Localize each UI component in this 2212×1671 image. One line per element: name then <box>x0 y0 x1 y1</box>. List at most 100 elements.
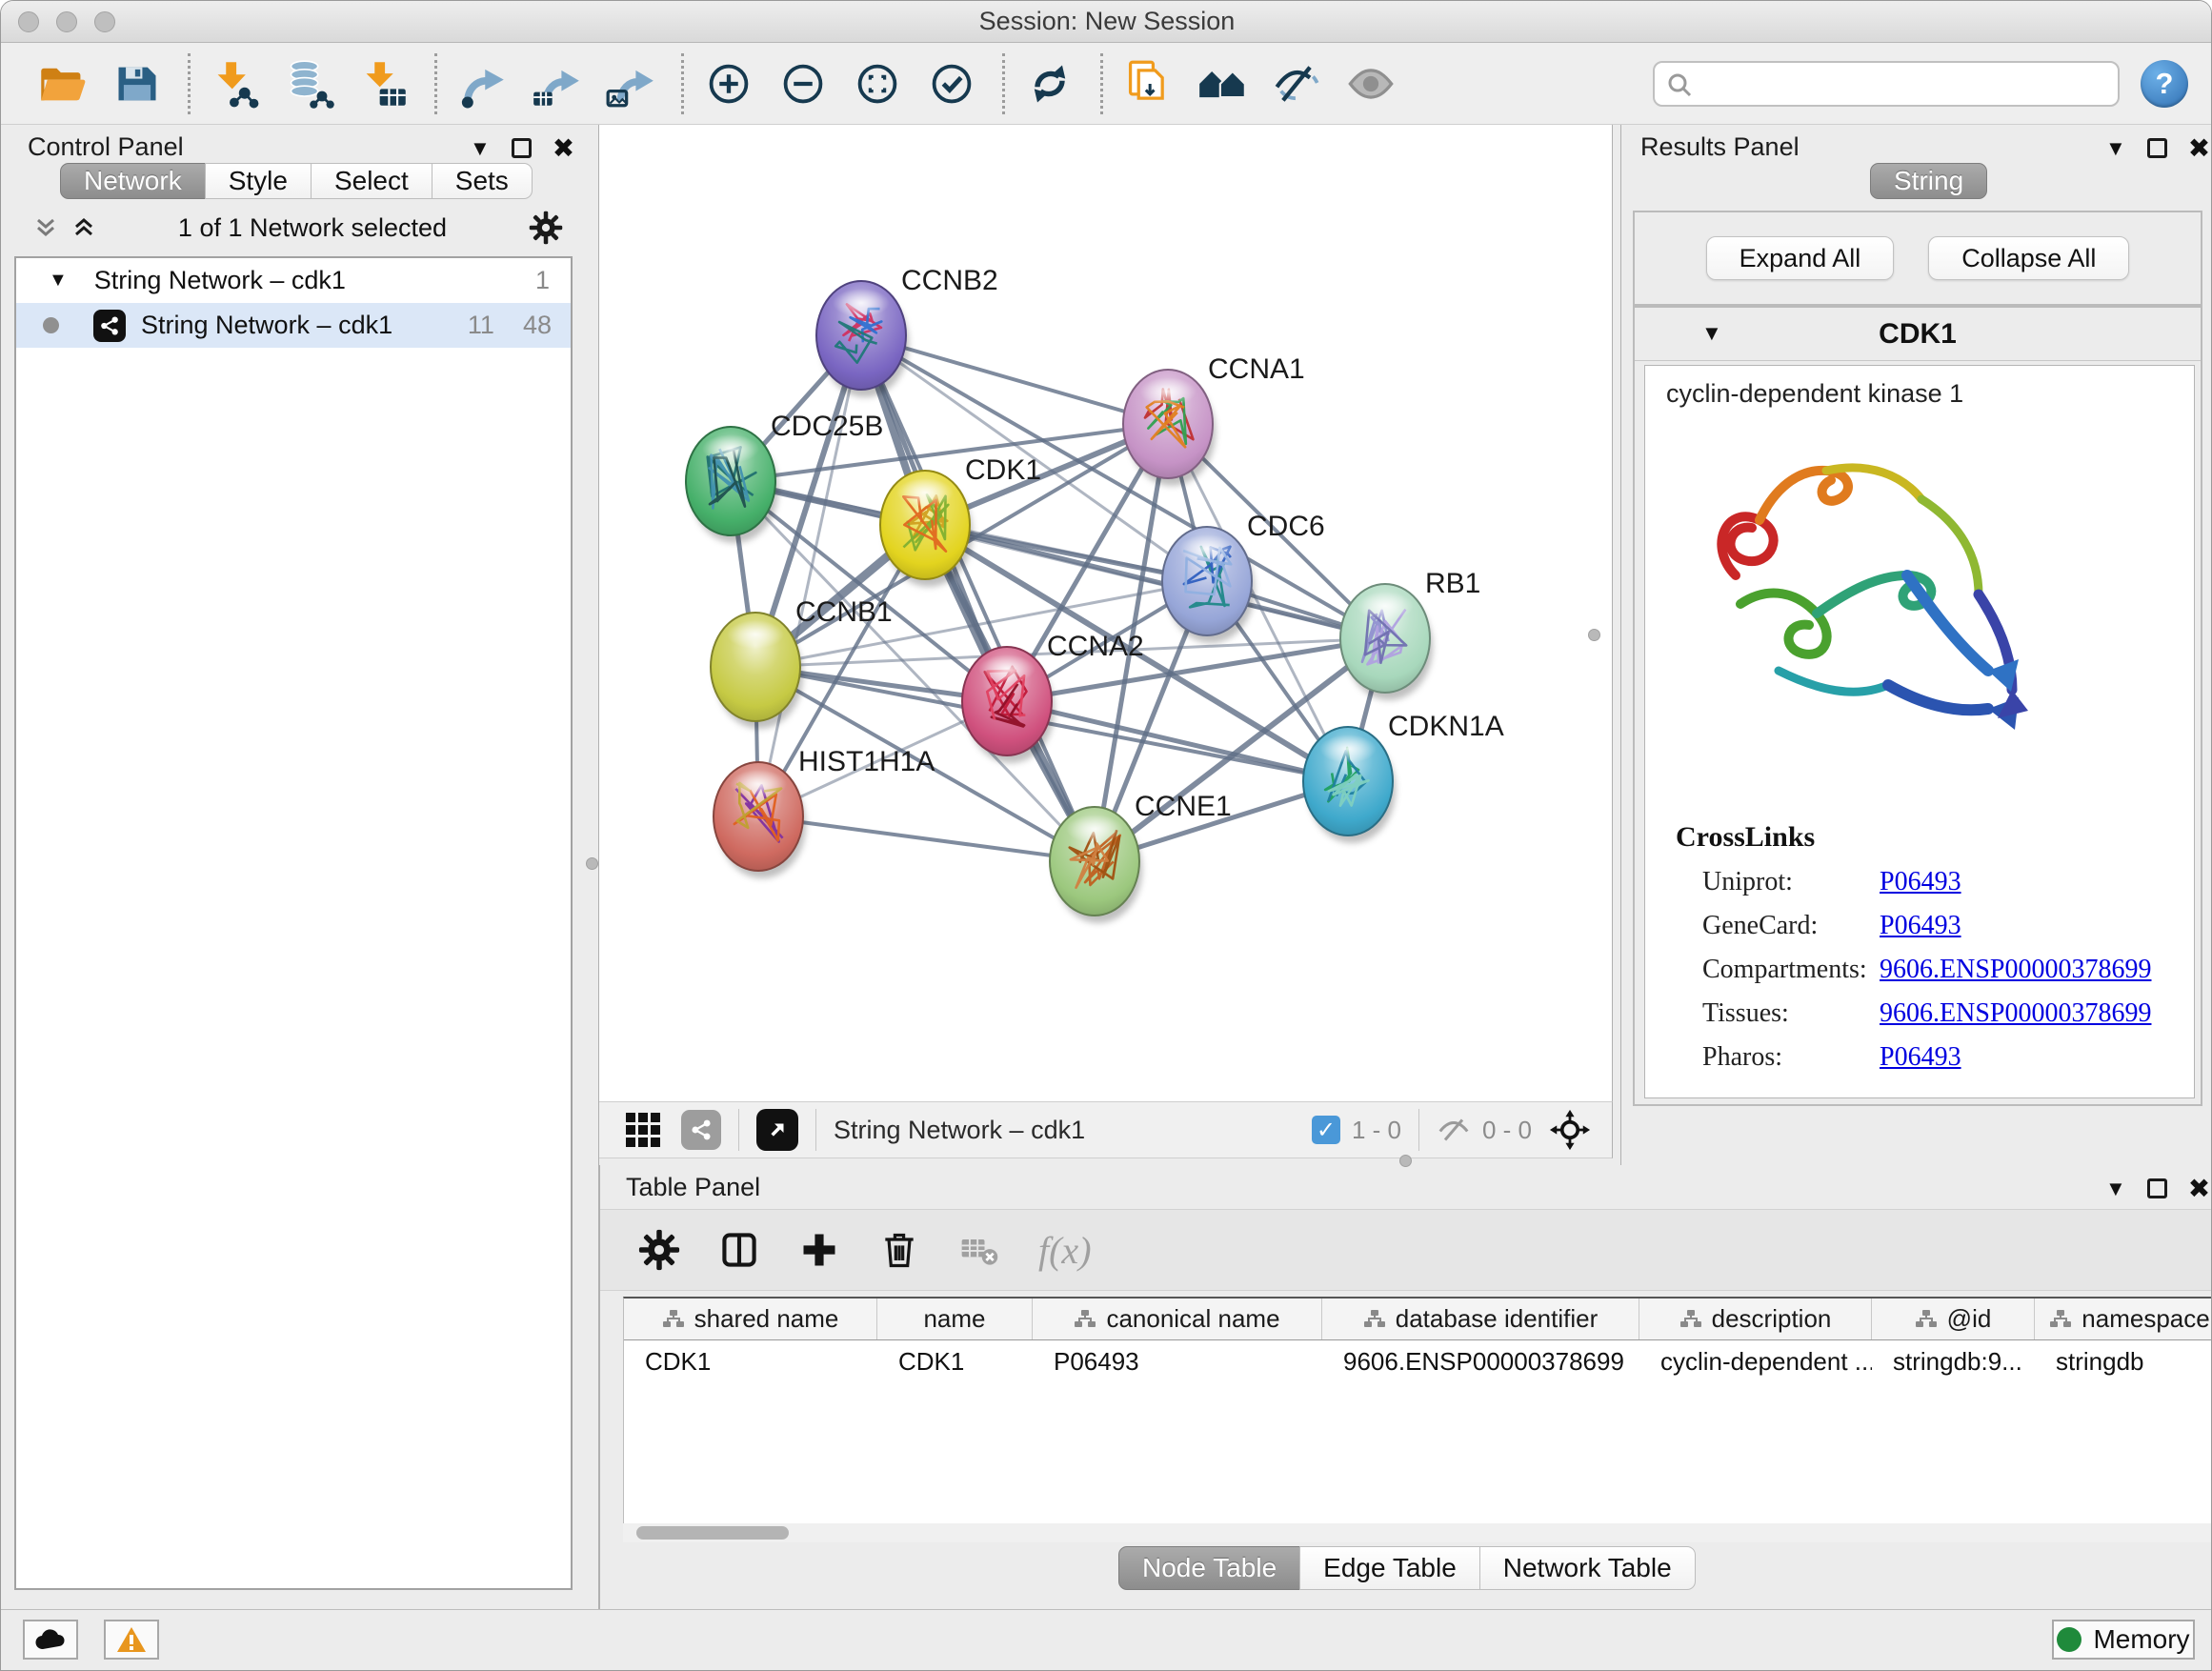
hidden-eye-slash-icon[interactable] <box>1437 1113 1471 1147</box>
export-network-button[interactable] <box>452 54 512 113</box>
zoom-selected-button[interactable] <box>922 54 981 113</box>
crosslink-link[interactable]: P06493 <box>1880 911 1961 941</box>
cell[interactable]: stringdb <box>2035 1340 2212 1382</box>
import-network-button[interactable] <box>206 54 265 113</box>
export-table-button[interactable] <box>527 54 586 113</box>
delete-table-icon[interactable] <box>958 1229 1000 1271</box>
section-collapse-icon[interactable]: ▼ <box>1701 321 1722 346</box>
import-table-button[interactable] <box>354 54 413 113</box>
network-node-CCNB2[interactable]: CCNB2 <box>816 265 998 397</box>
expand-all-button[interactable]: Expand All <box>1706 236 1895 280</box>
tab-style[interactable]: Style <box>205 163 312 199</box>
network-node-CCNE1[interactable]: CCNE1 <box>1050 791 1232 923</box>
refresh-network-button[interactable] <box>1020 54 1079 113</box>
crosslink-link[interactable]: 9606.ENSP00000378699 <box>1880 955 2151 985</box>
delete-column-icon[interactable] <box>878 1229 920 1271</box>
save-floppy-icon <box>112 59 162 109</box>
import-network-icon <box>211 59 260 109</box>
hide-panels-button[interactable] <box>1267 54 1326 113</box>
import-database-button[interactable] <box>280 54 339 113</box>
column-header-description[interactable]: description <box>1639 1299 1872 1339</box>
cell[interactable]: cyclin-dependent ... <box>1639 1340 1872 1382</box>
tab-sets[interactable]: Sets <box>432 163 533 199</box>
search-input[interactable] <box>1653 61 2120 107</box>
help-button[interactable]: ? <box>2141 60 2188 108</box>
tab-edge-table[interactable]: Edge Table <box>1299 1546 1480 1590</box>
collection-label: String Network – cdk1 <box>94 266 346 295</box>
cell[interactable]: CDK1 <box>624 1340 877 1382</box>
warnings-button[interactable] <box>104 1620 159 1660</box>
cell[interactable]: P06493 <box>1033 1340 1322 1382</box>
column-header-id[interactable]: @id <box>1872 1299 2035 1339</box>
zoom-out-button[interactable] <box>774 54 833 113</box>
left-splitter-handle[interactable] <box>586 857 598 870</box>
network-collection-row[interactable]: ▼ String Network – cdk1 1 <box>16 258 571 303</box>
column-header-namespace[interactable]: namespace <box>2035 1299 2212 1339</box>
open-session-button[interactable] <box>33 54 92 113</box>
memory-button[interactable]: Memory <box>2052 1620 2195 1660</box>
documents-icon <box>1123 59 1173 109</box>
node-table[interactable]: shared namename canonical name database … <box>623 1297 2212 1523</box>
column-header-canonicalname[interactable]: canonical name <box>1033 1299 1322 1339</box>
network-options-gear-icon[interactable] <box>529 211 563 245</box>
annotations-button[interactable] <box>1118 54 1177 113</box>
table-settings-gear-icon[interactable] <box>638 1229 680 1271</box>
cell[interactable]: CDK1 <box>877 1340 1033 1382</box>
show-panels-button[interactable] <box>1341 54 1400 113</box>
close-panel-icon[interactable]: ✖ <box>553 132 574 164</box>
collapse-all-icon[interactable] <box>33 215 58 240</box>
function-builder-icon[interactable]: f(x) <box>1038 1228 1092 1273</box>
crosslink-link[interactable]: P06493 <box>1880 867 1961 897</box>
tree-expand-icon[interactable]: ▼ <box>49 270 68 292</box>
close-panel-icon[interactable]: ✖ <box>2188 132 2210 164</box>
network-row[interactable]: String Network – cdk1 11 48 <box>16 303 571 348</box>
crosslink-link[interactable]: 9606.ENSP00000378699 <box>1880 998 2151 1029</box>
expand-all-icon[interactable] <box>71 215 96 240</box>
tab-network-table[interactable]: Network Table <box>1479 1546 1696 1590</box>
tab-node-table[interactable]: Node Table <box>1118 1546 1300 1590</box>
column-header-name[interactable]: name <box>877 1299 1033 1339</box>
cell[interactable]: 9606.ENSP00000378699 <box>1322 1340 1639 1382</box>
crosslink-link[interactable]: P06493 <box>1880 1042 1961 1073</box>
share-view-icon[interactable] <box>681 1110 721 1150</box>
tab-string[interactable]: String <box>1870 163 1987 199</box>
show-columns-icon[interactable] <box>718 1229 760 1271</box>
network-node-CDKN1A[interactable]: CDKN1A <box>1303 711 1504 843</box>
network-node-CDC6[interactable]: CDC6 <box>1162 511 1325 643</box>
selected-checkbox-icon[interactable]: ✓ <box>1312 1116 1340 1144</box>
horizontal-splitter-handle[interactable] <box>1399 1155 1412 1167</box>
zoom-fit-button[interactable] <box>848 54 907 113</box>
protein-section-header[interactable]: ▼ CDK1 <box>1635 308 2201 361</box>
collapse-all-button[interactable]: Collapse All <box>1928 236 2129 280</box>
cell[interactable]: stringdb:9... <box>1872 1340 2035 1382</box>
open-in-window-icon[interactable] <box>756 1109 798 1151</box>
column-header-sharedname[interactable]: shared name <box>624 1299 877 1339</box>
network-canvas[interactable]: CCNB2 CCNA1 CDC25B CDK1 CDC6 <box>599 125 1613 1101</box>
close-panel-icon[interactable]: ✖ <box>2188 1173 2210 1204</box>
float-panel-icon[interactable] <box>512 138 532 158</box>
table-row[interactable]: CDK1CDK1P064939606.ENSP00000378699cyclin… <box>624 1340 2212 1382</box>
float-panel-icon[interactable] <box>2147 1178 2167 1198</box>
string-home-button[interactable] <box>1193 54 1252 113</box>
add-column-icon[interactable] <box>798 1229 840 1271</box>
tab-select[interactable]: Select <box>311 163 432 199</box>
save-session-button[interactable] <box>108 54 167 113</box>
grid-view-icon[interactable] <box>624 1111 662 1149</box>
collapse-panel-icon[interactable]: ▼ <box>2105 136 2126 161</box>
float-panel-icon[interactable] <box>2147 138 2167 158</box>
zoom-in-button[interactable] <box>699 54 758 113</box>
network-node-CCNA1[interactable]: CCNA1 <box>1123 353 1305 486</box>
tab-network[interactable]: Network <box>60 163 206 199</box>
collapse-panel-icon[interactable]: ▼ <box>2105 1177 2126 1201</box>
birdseye-navigator-icon[interactable] <box>1549 1109 1591 1151</box>
column-header-databaseidentifier[interactable]: database identifier <box>1322 1299 1639 1339</box>
export-image-button[interactable] <box>601 54 660 113</box>
network-node-RB1[interactable]: RB1 <box>1340 568 1480 700</box>
cloud-button[interactable] <box>23 1620 78 1660</box>
right-splitter-handle[interactable] <box>1588 629 1600 641</box>
scrollbar-thumb[interactable] <box>636 1526 789 1540</box>
table-horizontal-scrollbar[interactable] <box>623 1523 2212 1542</box>
collapse-panel-icon[interactable]: ▼ <box>470 136 491 161</box>
network-node-HIST1H1A[interactable]: HIST1H1A <box>714 746 935 878</box>
string-network-icon <box>93 310 126 342</box>
